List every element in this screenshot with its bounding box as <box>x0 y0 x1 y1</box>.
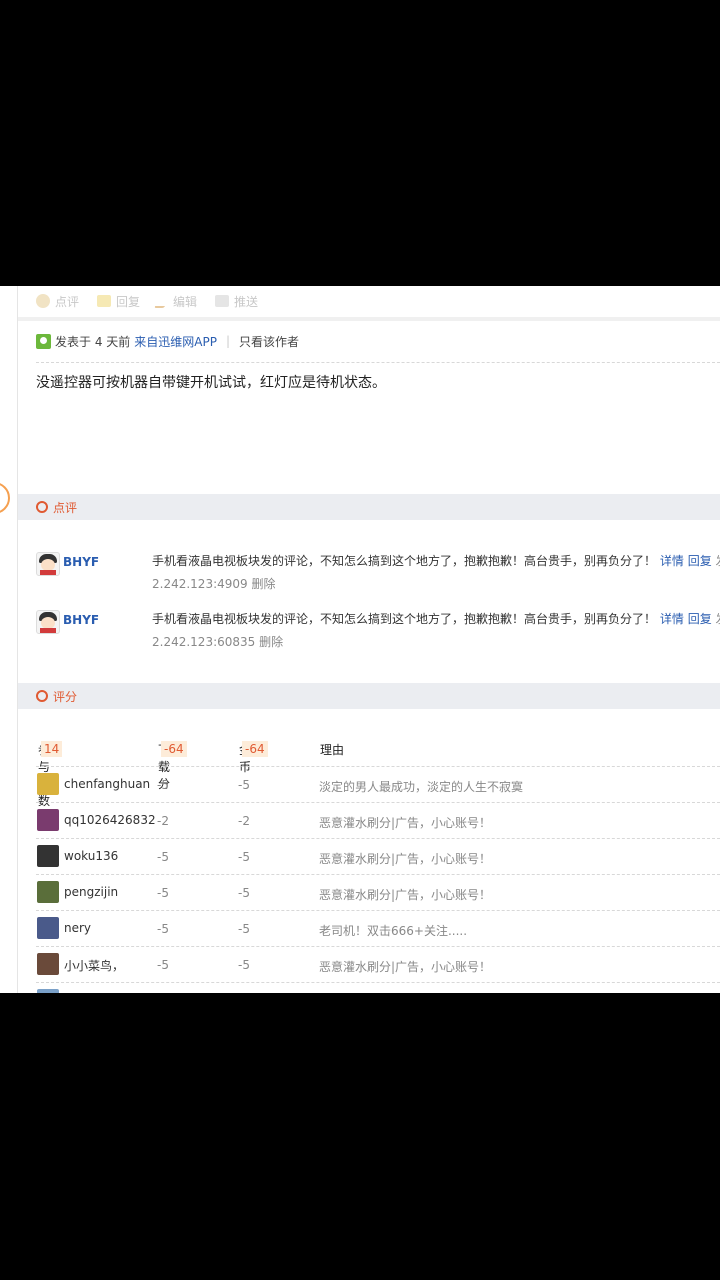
review-section-header: 点评 <box>18 494 720 520</box>
review-text: 手机看液晶电视板块发的评论，不知怎么搞到这个地方了，抱歉抱歉！高台贵手，别再负分… <box>152 552 720 569</box>
rater-username[interactable]: chenfanghuan <box>64 777 150 791</box>
avatar[interactable] <box>37 773 59 795</box>
source-app-link[interactable]: 来自迅维网APP <box>134 333 217 350</box>
gold-score: -5 <box>238 850 250 864</box>
post-meta: 发表于 4 天前 来自迅维网APP | 只看该作者 <box>36 331 299 351</box>
user-icon <box>36 333 51 349</box>
download-score: -5 <box>157 850 169 864</box>
avatar[interactable] <box>36 552 60 576</box>
review-ip: 2.242.123:60835 删除 <box>152 635 284 649</box>
table-row: woku136 -5 -5 恶意灌水刷分|广告，小心账号！ <box>36 838 720 875</box>
rater-username[interactable]: woku136 <box>64 849 118 863</box>
avatar[interactable] <box>37 809 59 831</box>
meta-separator: | <box>225 334 230 348</box>
post-content: 点评 回复 编辑 推送 发表于 4 天前 来自迅维网APP | 只看该作者 没遥… <box>18 286 720 993</box>
review-ip: 2.242.123:4909 删除 <box>152 577 276 591</box>
download-score: -5 <box>157 778 169 792</box>
rating-reason: 恶意灌水刷分|广告，小心账号！ <box>319 816 492 830</box>
post-body: 没遥控器可按机器自带键开机试试，红灯应是待机状态。 <box>36 375 386 391</box>
rater-username[interactable]: qq1026426832 <box>64 813 156 827</box>
table-row: 小小菜鸟， -5 -5 恶意灌水刷分|广告，小心账号！ <box>36 946 720 983</box>
gold-score: -5 <box>238 958 250 972</box>
download-score: -5 <box>157 958 169 972</box>
delete-link[interactable]: 删除 <box>259 635 283 649</box>
rating-reason: 恶意灌水刷分|广告，小心账号！ <box>319 960 492 974</box>
post-time: 发表于 4 天前 <box>55 334 131 349</box>
avatar[interactable] <box>37 989 59 993</box>
gold-score: -5 <box>238 886 250 900</box>
table-row: nery -5 -5 老司机！双击666+关注..... <box>36 910 720 947</box>
left-sidebar-edge <box>0 286 18 993</box>
comment-icon <box>36 294 50 308</box>
rating-table-header: 参与人数14 下载分-64 金币-64 理由 <box>38 741 345 808</box>
toolbar-divider <box>18 317 720 321</box>
push-button[interactable]: 推送 <box>215 293 258 310</box>
edit-button[interactable]: 编辑 <box>153 293 197 310</box>
rater-username[interactable]: pengzijin <box>64 885 118 899</box>
section-ring-icon <box>36 501 48 513</box>
reply-button[interactable]: 回复 <box>97 293 140 310</box>
avatar[interactable] <box>37 917 59 939</box>
review-item: BHYF 手机看液晶电视板块发的评论，不知怎么搞到这个地方了，抱歉抱歉！高台贵手… <box>36 610 720 660</box>
review-item: BHYF 手机看液晶电视板块发的评论，不知怎么搞到这个地方了，抱歉抱歉！高台贵手… <box>36 552 720 602</box>
meta-divider <box>36 362 720 363</box>
forum-post-viewport: 点评 回复 编辑 推送 发表于 4 天前 来自迅维网APP | 只看该作者 没遥… <box>0 286 720 993</box>
reply-icon <box>97 295 112 307</box>
review-text: 手机看液晶电视板块发的评论，不知怎么搞到这个地方了，抱歉抱歉！高台贵手，别再负分… <box>152 610 720 627</box>
table-row <box>36 982 720 993</box>
rating-reason: 恶意灌水刷分|广告，小心账号！ <box>319 888 492 902</box>
author-only-link[interactable]: 只看该作者 <box>239 333 299 350</box>
rating-reason: 老司机！双击666+关注..... <box>319 924 468 938</box>
edit-icon <box>153 294 173 308</box>
table-row: pengzijin -5 -5 恶意灌水刷分|广告，小心账号！ <box>36 874 720 911</box>
gold-score: -5 <box>238 778 250 792</box>
rater-username[interactable]: nery <box>64 921 91 935</box>
review-tail-text: 发表 <box>716 554 720 568</box>
avatar[interactable] <box>36 610 60 634</box>
detail-link[interactable]: 详情 <box>660 554 684 568</box>
download-score: -2 <box>157 814 169 828</box>
review-username[interactable]: BHYF <box>63 555 99 569</box>
review-tail-text: 发表 <box>716 612 720 626</box>
avatar[interactable] <box>37 881 59 903</box>
gold-score: -2 <box>238 814 250 828</box>
gold-score: -5 <box>238 922 250 936</box>
delete-link[interactable]: 删除 <box>251 577 275 591</box>
reply-link[interactable]: 回复 <box>688 612 712 626</box>
download-score: -5 <box>157 886 169 900</box>
reason-header: 理由 <box>320 743 345 757</box>
section-ring-icon <box>36 690 48 702</box>
rater-username[interactable]: 小小菜鸟， <box>64 957 124 974</box>
detail-link[interactable]: 详情 <box>660 612 684 626</box>
push-icon <box>215 295 230 307</box>
post-action-toolbar: 点评 回复 编辑 推送 <box>36 286 258 316</box>
avatar[interactable] <box>37 953 59 975</box>
avatar[interactable] <box>37 845 59 867</box>
review-username[interactable]: BHYF <box>63 613 99 627</box>
rating-reason: 恶意灌水刷分|广告，小心账号！ <box>319 852 492 866</box>
table-row: chenfanghuan -5 -5 淡定的男人最成功，淡定的人生不寂寞 <box>36 766 720 803</box>
table-row: qq1026426832 -2 -2 恶意灌水刷分|广告，小心账号！ <box>36 802 720 839</box>
reply-link[interactable]: 回复 <box>688 554 712 568</box>
rating-section-header: 评分 <box>18 683 720 709</box>
comment-button[interactable]: 点评 <box>36 293 79 310</box>
rating-reason: 淡定的男人最成功，淡定的人生不寂寞 <box>319 780 524 794</box>
download-score: -5 <box>157 922 169 936</box>
